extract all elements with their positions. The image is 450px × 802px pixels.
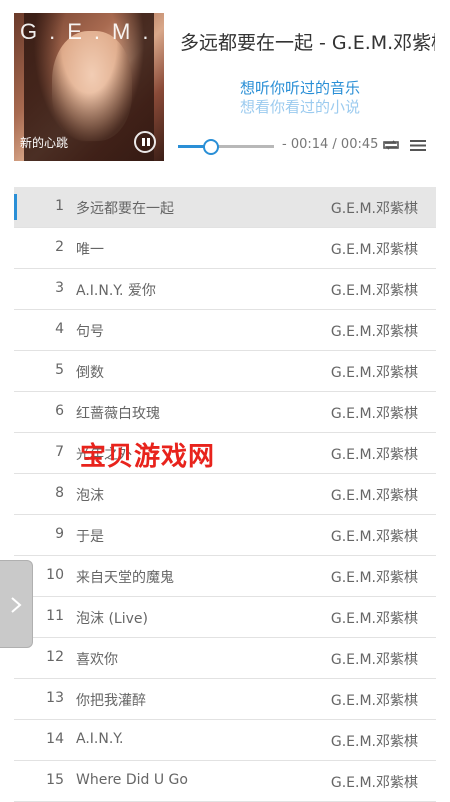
playlist-row[interactable]: 2 唯一 G.E.M.邓紫棋 [14, 228, 436, 269]
track-artist: G.E.M.邓紫棋 [330, 201, 418, 217]
track-number: 10 [46, 567, 64, 583]
playlist-row[interactable]: 9 于是 G.E.M.邓紫棋 [14, 515, 436, 556]
playlist-row[interactable]: 1 多远都要在一起 G.E.M.邓紫棋 [14, 187, 436, 228]
track-title: 倒数 [76, 365, 104, 381]
track-number: 14 [46, 731, 64, 747]
track-number: 11 [46, 608, 64, 624]
track-number: 2 [55, 239, 64, 255]
track-artist: G.E.M.邓紫棋 [330, 242, 418, 258]
playlist: 1 多远都要在一起 G.E.M.邓紫棋 2 唯一 G.E.M.邓紫棋 3 A.I.N.Y. 爱… [14, 187, 436, 802]
track-number: 4 [55, 321, 64, 337]
track-number: 8 [55, 485, 64, 501]
track-artist: G.E.M.邓紫棋 [330, 529, 418, 545]
track-artist: G.E.M.邓紫棋 [330, 775, 418, 791]
playlist-row[interactable]: 14 A.I.N.Y. G.E.M.邓紫棋 [14, 720, 436, 761]
track-title: 你把我灌醉 [76, 693, 146, 709]
progress-bar[interactable] [178, 139, 274, 155]
playlist-row[interactable]: 6 红蔷薇白玫瑰 G.E.M.邓紫棋 [14, 392, 436, 433]
watermark-text: 宝贝游戏网 [80, 442, 216, 472]
track-artist: G.E.M.邓紫棋 [330, 734, 418, 750]
playlist-row[interactable]: 15 Where Did U Go G.E.M.邓紫棋 [14, 761, 436, 802]
track-title: 多远都要在一起 [76, 201, 174, 217]
track-artist: G.E.M.邓紫棋 [330, 283, 418, 299]
track-artist: G.E.M.邓紫棋 [330, 652, 418, 668]
track-artist: G.E.M.邓紫棋 [330, 324, 418, 340]
chevron-right-icon [11, 597, 22, 613]
playlist-row[interactable]: 5 倒数 G.E.M.邓紫棋 [14, 351, 436, 392]
track-title: 句号 [76, 324, 104, 340]
track-number: 13 [46, 690, 64, 706]
track-title: 唯一 [76, 242, 104, 258]
track-title: A.I.N.Y. [76, 731, 124, 747]
pause-icon[interactable] [134, 131, 156, 153]
next-lyric-line: 想看你看过的小说 [239, 98, 360, 116]
track-artist: G.E.M.邓紫棋 [330, 611, 418, 627]
playlist-row[interactable]: 8 泡沫 G.E.M.邓紫棋 [14, 474, 436, 515]
track-artist: G.E.M.邓紫棋 [330, 488, 418, 504]
track-artist: G.E.M.邓紫棋 [330, 406, 418, 422]
playlist-row[interactable]: 10 来自天堂的魔鬼 G.E.M.邓紫棋 [14, 556, 436, 597]
track-title: 泡沫 (Live) [76, 611, 148, 627]
track-number: 12 [46, 649, 64, 665]
playlist-row[interactable]: 11 泡沫 (Live) G.E.M.邓紫棋 [14, 597, 436, 638]
side-drawer-tab[interactable] [0, 560, 33, 648]
playlist-row[interactable]: 7 光年之外 G.E.M.邓紫棋 [14, 433, 436, 474]
track-number: 5 [55, 362, 64, 378]
cover-album-label: 新的心跳 [20, 136, 69, 150]
cover-brand-text: G.E.M. [20, 19, 161, 44]
track-title: 于是 [76, 529, 104, 545]
track-title: 红蔷薇白玫瑰 [76, 406, 160, 422]
menu-icon[interactable] [410, 139, 426, 152]
album-cover[interactable]: G.E.M. 新的心跳 [14, 13, 164, 161]
track-number: 7 [55, 444, 64, 460]
track-number: 1 [55, 198, 64, 214]
track-title: 泡沫 [76, 488, 104, 504]
track-artist: G.E.M.邓紫棋 [330, 447, 418, 463]
current-lyric-line: 想听你听过的音乐 [239, 79, 360, 97]
track-title: Where Did U Go [76, 772, 188, 788]
track-title: 喜欢你 [76, 652, 118, 668]
track-number: 6 [55, 403, 64, 419]
playlist-row[interactable]: 13 你把我灌醉 G.E.M.邓紫棋 [14, 679, 436, 720]
track-title: 来自天堂的魔鬼 [76, 570, 174, 586]
repeat-icon[interactable] [383, 139, 399, 151]
track-number: 9 [55, 526, 64, 542]
time-readout: - 00:14 / 00:45 [282, 137, 379, 152]
progress-knob[interactable] [202, 139, 219, 155]
playlist-row[interactable]: 12 喜欢你 G.E.M.邓紫棋 [14, 638, 436, 679]
track-artist: G.E.M.邓紫棋 [330, 570, 418, 586]
playlist-row[interactable]: 3 A.I.N.Y. 爱你 G.E.M.邓紫棋 [14, 269, 436, 310]
track-number: 3 [55, 280, 64, 296]
track-title: A.I.N.Y. 爱你 [76, 283, 156, 299]
playlist-row[interactable]: 4 句号 G.E.M.邓紫棋 [14, 310, 436, 351]
track-artist: G.E.M.邓紫棋 [330, 693, 418, 709]
track-artist: G.E.M.邓紫棋 [330, 365, 418, 381]
song-title: 多远都要在一起 - G.E.M.邓紫棋 [180, 32, 435, 54]
track-number: 15 [46, 772, 64, 788]
player-header: G.E.M. 新的心跳 多远都要在一起 - G.E.M.邓紫棋 想听你听过的音乐… [0, 0, 450, 180]
